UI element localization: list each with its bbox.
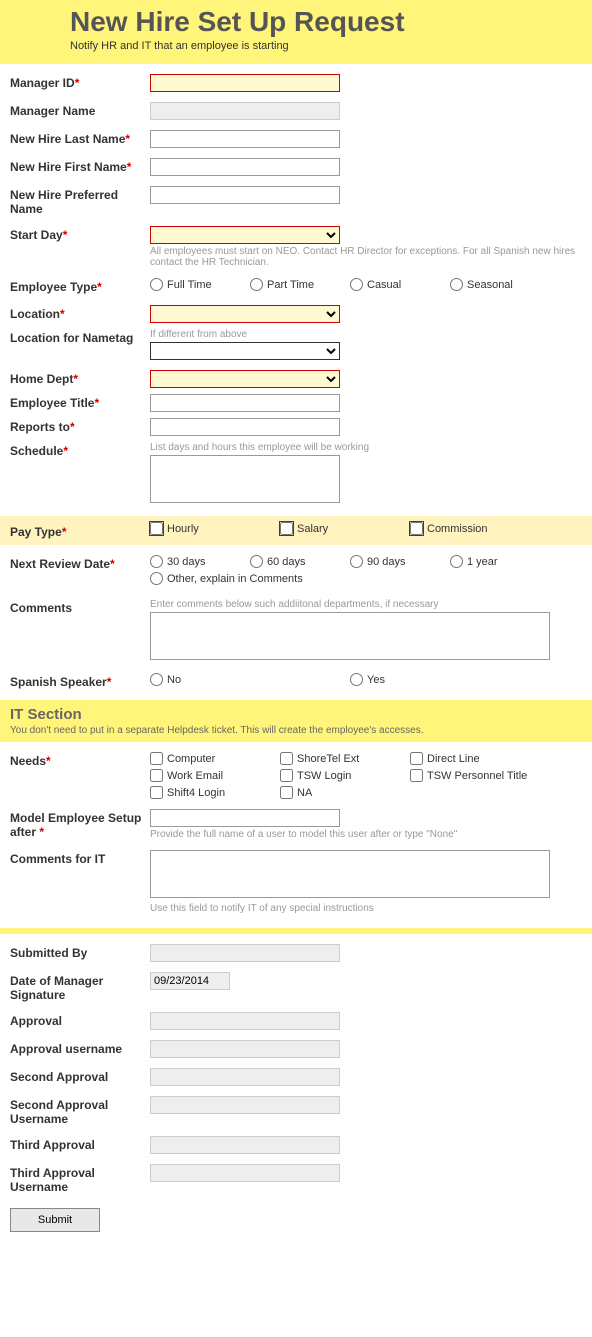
second-approval-user-input xyxy=(150,1096,340,1114)
radio-full-time[interactable] xyxy=(150,278,163,291)
radio-casual[interactable] xyxy=(350,278,363,291)
manager-id-input[interactable] xyxy=(150,74,340,92)
employee-type-group: Full Time Part Time Casual Seasonal xyxy=(150,278,582,295)
label-next-review: Next Review Date* xyxy=(10,555,150,571)
it-section-sub: You don't need to put in a separate Help… xyxy=(10,725,582,736)
checkbox-computer[interactable] xyxy=(150,752,163,765)
radio-seasonal[interactable] xyxy=(450,278,463,291)
radio-spanish-no[interactable] xyxy=(150,673,163,686)
helper-schedule: List days and hours this employee will b… xyxy=(150,442,582,453)
helper-model-after: Provide the full name of a user to model… xyxy=(150,829,582,840)
radio-90-days[interactable] xyxy=(350,555,363,568)
submitted-by-input xyxy=(150,944,340,962)
label-comments: Comments xyxy=(10,599,150,615)
checkbox-work-email[interactable] xyxy=(150,769,163,782)
label-model-after: Model Employee Setup after * xyxy=(10,809,150,839)
label-date-sig: Date of Manager Signature xyxy=(10,972,150,1002)
label-home-dept: Home Dept* xyxy=(10,370,150,386)
submit-button[interactable]: Submit xyxy=(10,1208,100,1232)
label-third-approval: Third Approval xyxy=(10,1136,150,1152)
pay-type-group: Hourly Salary Commission xyxy=(150,522,582,539)
label-needs: Needs* xyxy=(10,752,150,768)
yellow-separator xyxy=(0,928,592,934)
it-section-title: IT Section xyxy=(10,706,582,723)
comments-textarea[interactable] xyxy=(150,612,550,660)
label-third-approval-user: Third Approval Username xyxy=(10,1164,150,1194)
it-section-band: IT Section You don't need to put in a se… xyxy=(0,700,592,742)
header-band: New Hire Set Up Request Notify HR and IT… xyxy=(0,0,592,64)
comments-it-textarea[interactable] xyxy=(150,850,550,898)
spanish-group: No Yes xyxy=(150,673,582,690)
next-review-group: 30 days 60 days 90 days 1 year Other, ex… xyxy=(150,555,582,589)
first-name-input[interactable] xyxy=(150,158,340,176)
pay-type-band: Pay Type* Hourly Salary Commission xyxy=(0,516,592,545)
helper-comments-it: Use this field to notify IT of any speci… xyxy=(150,903,582,914)
radio-other[interactable] xyxy=(150,572,163,585)
label-approval: Approval xyxy=(10,1012,150,1028)
checkbox-commission[interactable] xyxy=(410,522,423,535)
schedule-textarea[interactable] xyxy=(150,455,340,503)
checkbox-tsw-login[interactable] xyxy=(280,769,293,782)
third-approval-user-input xyxy=(150,1164,340,1182)
checkbox-na[interactable] xyxy=(280,786,293,799)
label-schedule: Schedule* xyxy=(10,442,150,458)
checkbox-shoretel[interactable] xyxy=(280,752,293,765)
date-sig-input xyxy=(150,972,230,990)
helper-location-nametag: If different from above xyxy=(150,329,582,340)
label-submitted-by: Submitted By xyxy=(10,944,150,960)
employee-title-input[interactable] xyxy=(150,394,340,412)
form-area: Manager ID* Manager Name New Hire Last N… xyxy=(0,74,592,506)
label-employee-title: Employee Title* xyxy=(10,394,150,410)
checkbox-hourly[interactable] xyxy=(150,522,163,535)
location-select[interactable] xyxy=(150,305,340,323)
label-location: Location* xyxy=(10,305,150,321)
radio-30-days[interactable] xyxy=(150,555,163,568)
radio-1-year[interactable] xyxy=(450,555,463,568)
label-start-day: Start Day* xyxy=(10,226,150,242)
label-employee-type: Employee Type* xyxy=(10,278,150,294)
checkbox-salary[interactable] xyxy=(280,522,293,535)
checkbox-shift4[interactable] xyxy=(150,786,163,799)
radio-spanish-yes[interactable] xyxy=(350,673,363,686)
label-second-approval-user: Second Approval Username xyxy=(10,1096,150,1126)
approval-user-input xyxy=(150,1040,340,1058)
needs-group: Computer ShoreTel Ext Direct Line Work E… xyxy=(150,752,582,803)
label-pay-type: Pay Type* xyxy=(10,523,150,539)
checkbox-direct-line[interactable] xyxy=(410,752,423,765)
third-approval-input xyxy=(150,1136,340,1154)
label-spanish: Spanish Speaker* xyxy=(10,673,150,689)
label-preferred-name: New Hire Preferred Name xyxy=(10,186,150,216)
label-approval-user: Approval username xyxy=(10,1040,150,1056)
label-first-name: New Hire First Name* xyxy=(10,158,150,174)
model-after-input[interactable] xyxy=(150,809,340,827)
label-last-name: New Hire Last Name* xyxy=(10,130,150,146)
manager-name-input xyxy=(150,102,340,120)
preferred-name-input[interactable] xyxy=(150,186,340,204)
label-second-approval: Second Approval xyxy=(10,1068,150,1084)
location-nametag-select[interactable] xyxy=(150,342,340,360)
radio-part-time[interactable] xyxy=(250,278,263,291)
radio-60-days[interactable] xyxy=(250,555,263,568)
approval-input xyxy=(150,1012,340,1030)
home-dept-select[interactable] xyxy=(150,370,340,388)
checkbox-tsw-title[interactable] xyxy=(410,769,423,782)
reports-to-input[interactable] xyxy=(150,418,340,436)
second-approval-input xyxy=(150,1068,340,1086)
start-day-select[interactable] xyxy=(150,226,340,244)
page-title: New Hire Set Up Request xyxy=(10,6,582,38)
label-manager-name: Manager Name xyxy=(10,102,150,118)
label-manager-id: Manager ID* xyxy=(10,74,150,90)
last-name-input[interactable] xyxy=(150,130,340,148)
label-comments-it: Comments for IT xyxy=(10,850,150,866)
helper-start-day: All employees must start on NEO. Contact… xyxy=(150,246,582,268)
label-location-nametag: Location for Nametag xyxy=(10,329,150,345)
page-subtitle: Notify HR and IT that an employee is sta… xyxy=(10,40,582,52)
label-reports-to: Reports to* xyxy=(10,418,150,434)
helper-comments: Enter comments below such addiitonal dep… xyxy=(150,599,582,610)
